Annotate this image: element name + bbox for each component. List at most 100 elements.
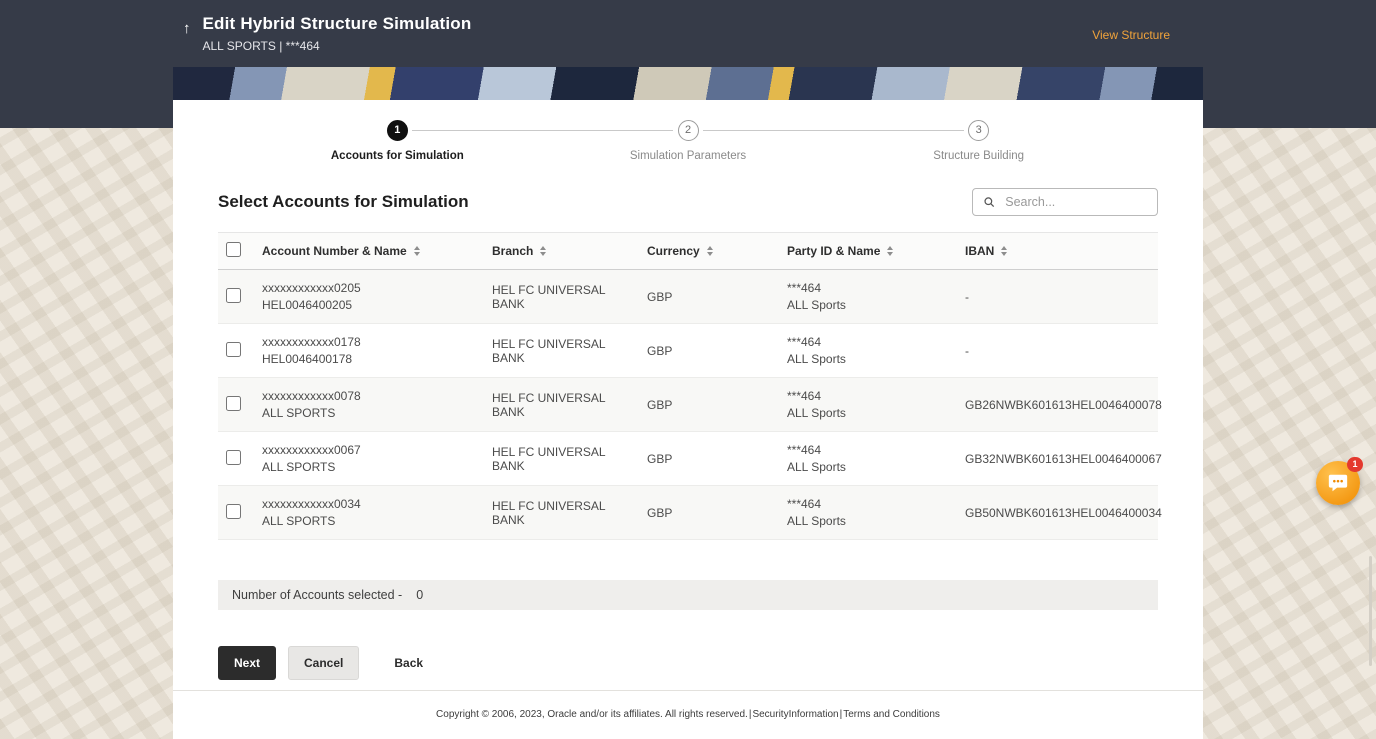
currency-cell: GBP [639, 323, 779, 378]
column-header-branch[interactable]: Branch [484, 232, 639, 270]
page-subtitle: ALL SPORTS | ***464 [202, 39, 320, 53]
branch-cell: HEL FC UNIVERSAL BANK [484, 485, 639, 540]
chat-notification-badge: 1 [1347, 457, 1363, 472]
cancel-button[interactable]: Cancel [288, 646, 360, 680]
decorative-banner [173, 67, 1203, 100]
row-checkbox[interactable] [226, 395, 241, 411]
column-label: Branch [492, 244, 534, 258]
search-icon [984, 197, 995, 208]
step-1-accounts-for-simulation[interactable]: 1 Accounts for Simulation [252, 120, 543, 162]
chat-button[interactable]: 1 [1316, 457, 1363, 505]
step-3-structure-building[interactable]: 3 Structure Building [703, 120, 1124, 162]
step-label: Structure Building [933, 150, 1025, 162]
sort-icon[interactable] [887, 246, 894, 256]
party-id: ***464 [787, 497, 822, 511]
sort-icon[interactable] [706, 246, 713, 256]
table-row: xxxxxxxxxxxx0178 HEL0046400178 HEL FC UNI… [218, 323, 1158, 378]
iban-cell: GB50NWBK601613HEL0046400034 [957, 485, 1162, 540]
account-name: ALL SPORTS [262, 460, 336, 474]
footer: Copyright © 2006, 2023, Oracle and/or it… [173, 690, 1203, 739]
search-input[interactable] [1003, 194, 1147, 210]
selected-count-value: 0 [416, 588, 424, 602]
step-2-simulation-parameters[interactable]: 2 Simulation Parameters [412, 120, 834, 162]
chat-bubble-icon [1328, 474, 1348, 492]
iban-cell: GB26NWBK601613HEL0046400078 [957, 377, 1162, 432]
table-header-row: Account Number & Name Branch Currency Pa… [218, 232, 1158, 270]
sort-icon[interactable] [1001, 246, 1008, 256]
account-name: ALL SPORTS [262, 406, 336, 420]
back-button[interactable]: Back [379, 647, 438, 679]
sort-icon[interactable] [540, 246, 547, 256]
action-buttons: Next Cancel Back [218, 646, 1158, 680]
view-structure-link[interactable]: View Structure [1092, 28, 1170, 42]
title-block: Edit Hybrid Structure Simulation ALL SPO… [203, 14, 472, 53]
selected-count-bar: Number of Accounts selected - 0 [218, 580, 1158, 610]
party-id: ***464 [787, 389, 822, 403]
separator: | [839, 709, 843, 720]
row-checkbox[interactable] [226, 449, 241, 465]
step-label: Accounts for Simulation [330, 150, 464, 162]
row-checkbox[interactable] [226, 341, 241, 357]
row-checkbox[interactable] [226, 503, 241, 519]
party-name: ALL Sports [787, 514, 846, 528]
branch-cell: HEL FC UNIVERSAL BANK [484, 269, 639, 324]
account-number: xxxxxxxxxxxx0034 [262, 497, 361, 511]
account-name: ALL SPORTS [262, 514, 336, 528]
currency-cell: GBP [639, 485, 779, 540]
step-number: 3 [968, 120, 990, 141]
row-checkbox[interactable] [226, 287, 241, 303]
account-number: xxxxxxxxxxxx0178 [262, 335, 361, 349]
currency-cell: GBP [639, 431, 779, 486]
column-header-currency[interactable]: Currency [639, 232, 779, 270]
column-header-account-number-name[interactable]: Account Number & Name [254, 232, 484, 270]
party-id: ***464 [787, 281, 822, 295]
branch-cell: HEL FC UNIVERSAL BANK [484, 323, 639, 378]
branch-cell: HEL FC UNIVERSAL BANK [484, 377, 639, 432]
section-header-row: Select Accounts for Simulation [218, 188, 1158, 216]
security-information-link[interactable]: SecurityInformation [752, 709, 838, 720]
column-label: Party ID & Name [787, 244, 881, 258]
section-title: Select Accounts for Simulation [218, 192, 469, 211]
step-label: Simulation Parameters [629, 150, 747, 162]
table-row: xxxxxxxxxxxx0067 ALL SPORTS HEL FC UNIVER… [218, 431, 1162, 486]
main-card: 1 Accounts for Simulation 2 Simulation P… [173, 100, 1203, 739]
column-header-party-id-name[interactable]: Party ID & Name [779, 232, 957, 270]
branch-cell: HEL FC UNIVERSAL BANK [484, 431, 639, 486]
column-label: Currency [647, 244, 700, 258]
iban-cell: GB32NWBK601613HEL0046400067 [957, 431, 1162, 486]
party-name: ALL Sports [787, 352, 846, 366]
next-button[interactable]: Next [218, 646, 277, 680]
currency-cell: GBP [639, 377, 779, 432]
party-name: ALL Sports [787, 460, 846, 474]
account-number: xxxxxxxxxxxx0205 [262, 281, 361, 295]
column-header-iban[interactable]: IBAN [957, 232, 1158, 270]
party-name: ALL Sports [787, 406, 846, 420]
terms-and-conditions-link[interactable]: Terms and Conditions [843, 709, 940, 720]
page-title: Edit Hybrid Structure Simulation [202, 14, 472, 33]
accounts-table: Account Number & Name Branch Currency Pa… [218, 232, 1162, 540]
account-number: xxxxxxxxxxxx0067 [262, 443, 361, 457]
scroll-up-icon[interactable]: ↑ [183, 20, 191, 37]
copyright-text: Copyright © 2006, 2023, Oracle and/or it… [436, 709, 748, 720]
column-label: Account Number & Name [262, 244, 407, 258]
select-all-checkbox[interactable] [226, 242, 241, 257]
header-content: ↑ Edit Hybrid Structure Simulation ALL S… [173, 0, 1203, 53]
stepper: 1 Accounts for Simulation 2 Simulation P… [218, 100, 1158, 162]
step-number: 1 [386, 120, 408, 141]
party-id: ***464 [787, 335, 822, 349]
scrollbar-thumb[interactable] [1369, 556, 1372, 666]
column-label: IBAN [965, 244, 995, 258]
currency-cell: GBP [639, 269, 779, 324]
iban-cell: - [957, 323, 1158, 378]
account-name: HEL0046400178 [262, 352, 353, 366]
selected-count-label: Number of Accounts selected - [232, 588, 403, 602]
table-row: xxxxxxxxxxxx0034 ALL SPORTS HEL FC UNIVER… [218, 485, 1162, 540]
account-name: HEL0046400205 [262, 298, 353, 312]
iban-cell: - [957, 269, 1158, 324]
step-number: 2 [677, 120, 699, 141]
account-number: xxxxxxxxxxxx0078 [262, 389, 361, 403]
table-row: xxxxxxxxxxxx0078 ALL SPORTS HEL FC UNIVER… [218, 377, 1162, 432]
search-box[interactable] [972, 188, 1158, 216]
sort-icon[interactable] [413, 246, 420, 256]
party-id: ***464 [787, 443, 822, 457]
